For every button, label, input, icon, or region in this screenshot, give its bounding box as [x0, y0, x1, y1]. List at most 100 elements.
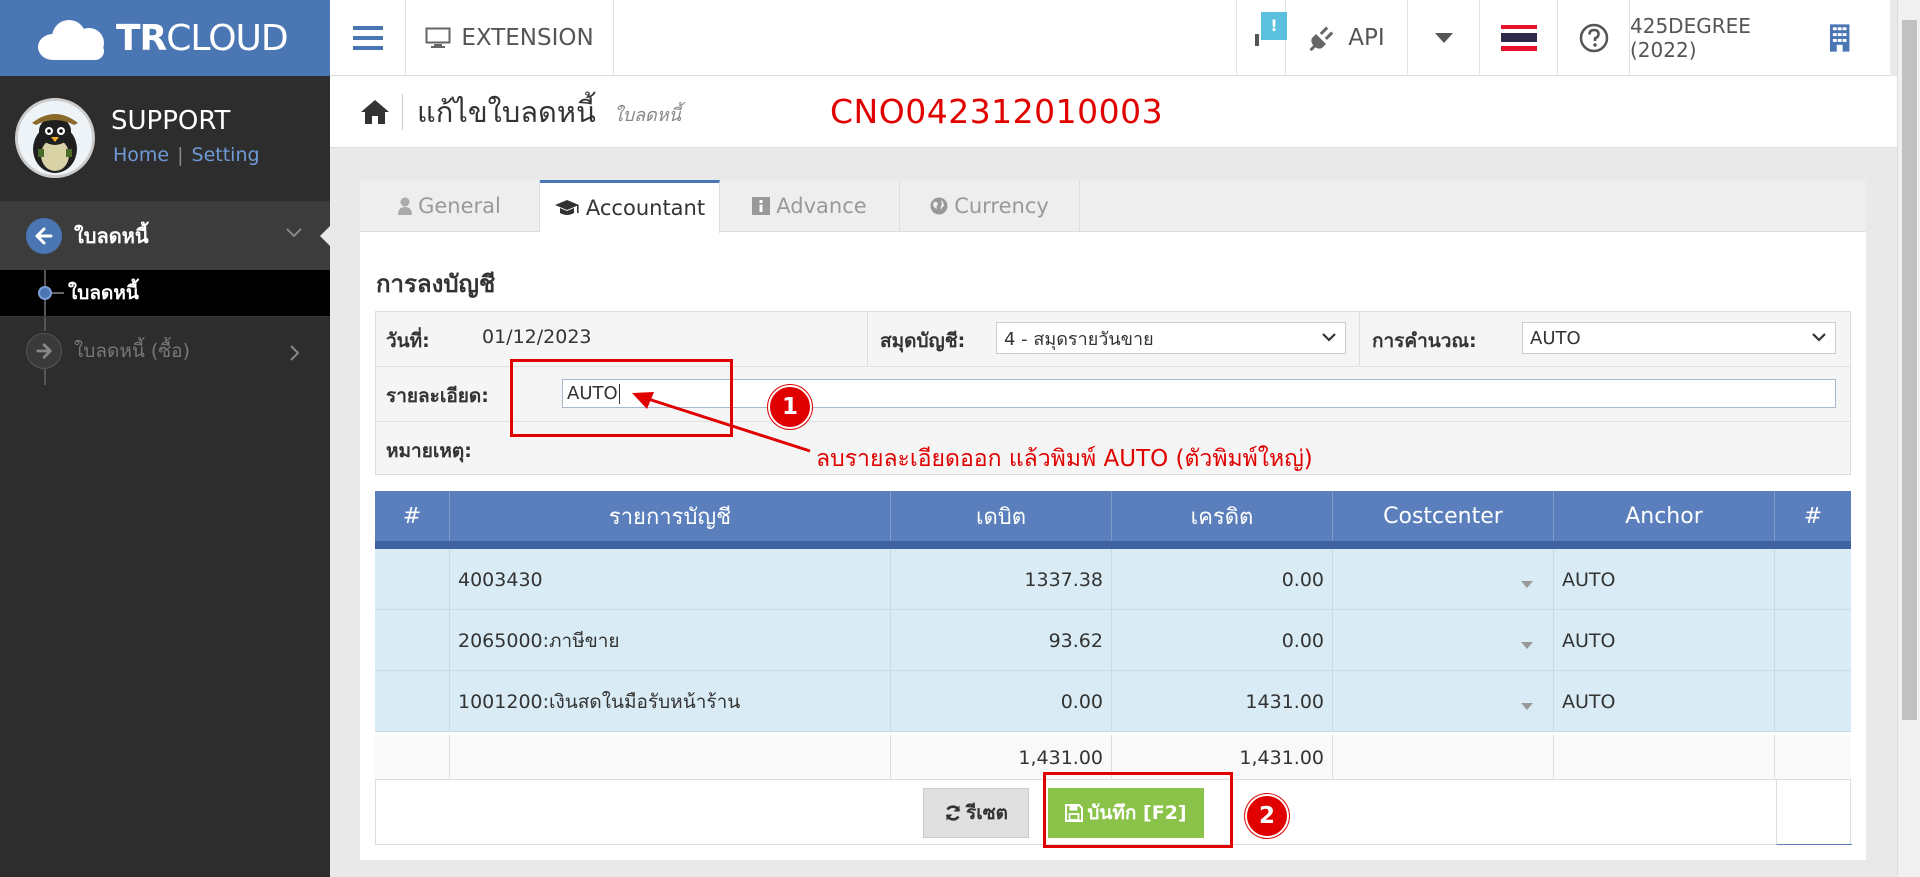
- header-divider: [402, 93, 403, 130]
- journal-select-value: 4 - สมุดรายวันขาย: [1004, 328, 1154, 350]
- costcenter-select[interactable]: [1333, 549, 1554, 610]
- chevron-down-icon: [1812, 333, 1826, 342]
- user-icon: [398, 197, 413, 215]
- credit-cell[interactable]: 0.00: [1112, 610, 1333, 671]
- date-label: วันที่:: [386, 330, 430, 352]
- monitor-icon: [425, 27, 451, 48]
- tab-general[interactable]: General: [360, 180, 540, 232]
- dropdown-toggle[interactable]: [1408, 0, 1480, 76]
- language-button[interactable]: [1480, 0, 1558, 76]
- notification-badge: !: [1261, 12, 1287, 40]
- date-value[interactable]: 01/12/2023: [482, 326, 592, 348]
- page-subtitle: ใบลดหนี้: [613, 105, 681, 126]
- sidebar-item-purchase-credit-note[interactable]: ใบลดหนี้ (ซื้อ): [0, 316, 330, 385]
- col-debit-header: เดบิต: [891, 491, 1112, 541]
- graduation-cap-icon: [554, 200, 579, 215]
- arrow-right-circle-icon: [26, 332, 62, 369]
- link-separator: |: [177, 144, 184, 166]
- reset-label: รีเซต: [966, 802, 1008, 824]
- account-cell[interactable]: 4003430: [450, 549, 891, 610]
- bell-icon: [1255, 34, 1259, 46]
- tab-accountant[interactable]: Accountant: [540, 180, 720, 233]
- username: SUPPORT: [111, 106, 231, 136]
- table-row[interactable]: 2065000:ภาษีขาย 93.62 0.00 AUTO: [375, 610, 1851, 671]
- setting-link[interactable]: Setting: [192, 144, 260, 166]
- tab-advance[interactable]: Advance: [720, 180, 900, 232]
- account-cell[interactable]: 2065000:ภาษีขาย: [450, 610, 891, 671]
- chevron-down-icon: [286, 228, 302, 238]
- caret-down-icon: [1434, 33, 1453, 43]
- document-number: CNO042312010003: [830, 92, 1164, 131]
- active-pointer: [320, 226, 330, 246]
- account-cell[interactable]: 1001200:เงินสดในมือรับหน้าร้าน: [450, 671, 891, 732]
- tab-currency-label: Currency: [954, 194, 1049, 218]
- step-2-marker: 2: [1245, 794, 1289, 838]
- api-label: API: [1348, 25, 1385, 51]
- api-button[interactable]: API: [1286, 0, 1408, 76]
- info-icon: [752, 197, 771, 215]
- avatar[interactable]: [15, 98, 95, 178]
- extension-button[interactable]: EXTENSION: [406, 0, 614, 76]
- sidebar-group-credit-note[interactable]: ใบลดหนี้: [0, 202, 330, 270]
- top-navbar: EXTENSION ! API 425DEGREE (2022): [330, 0, 1890, 76]
- profile-links: Home | Setting: [113, 144, 260, 166]
- anchor-cell[interactable]: AUTO: [1554, 671, 1775, 732]
- tab-currency[interactable]: Currency: [900, 180, 1080, 232]
- arrow-left-circle-icon: [26, 218, 62, 254]
- section-title: การลงบัญชี: [376, 270, 496, 298]
- company-selector[interactable]: 425DEGREE (2022): [1630, 0, 1850, 76]
- penguin-avatar-icon: [18, 101, 92, 175]
- totals-label-cell: [450, 735, 891, 780]
- brand-name: TRCLOUD: [116, 17, 289, 59]
- home-link[interactable]: Home: [113, 144, 169, 166]
- anchor-cell[interactable]: AUTO: [1554, 549, 1775, 610]
- col-account-header: รายการบัญชี: [450, 491, 891, 541]
- col-index-header: #: [375, 491, 450, 541]
- costcenter-select[interactable]: [1333, 671, 1554, 732]
- hamburger-menu-button[interactable]: [330, 0, 406, 76]
- row-index-cell: [375, 549, 450, 610]
- col-anchor-header: Anchor: [1554, 491, 1775, 541]
- row-action-cell[interactable]: [1775, 671, 1851, 732]
- brand-logo[interactable]: TRCLOUD: [0, 0, 330, 76]
- tree-dot-icon: [38, 286, 52, 300]
- calc-select-value: AUTO: [1530, 327, 1581, 349]
- debit-cell[interactable]: 1337.38: [891, 549, 1112, 610]
- sidebar-item2-label: ใบลดหนี้ (ซื้อ): [74, 339, 191, 362]
- tab-bar: General Accountant Advance Currency: [360, 180, 1866, 233]
- col-costcenter-header: Costcenter: [1333, 491, 1554, 541]
- row-action-cell[interactable]: [1775, 549, 1851, 610]
- company-name: 425DEGREE (2022): [1630, 14, 1751, 62]
- debit-cell[interactable]: 93.62: [891, 610, 1112, 671]
- globe-icon: [930, 197, 948, 215]
- notification-button[interactable]: !: [1236, 0, 1287, 76]
- scrollbar-thumb[interactable]: [1902, 20, 1917, 720]
- calc-select[interactable]: AUTO: [1522, 322, 1836, 354]
- sidebar-item-credit-note[interactable]: ใบลดหนี้: [0, 270, 330, 316]
- home-icon[interactable]: [360, 99, 390, 125]
- page-header: แก้ไขใบลดหนี้ ใบลดหนี้ CNO042312010003: [330, 76, 1897, 148]
- reset-button[interactable]: รีเซต: [923, 788, 1029, 838]
- anchor-cell[interactable]: AUTO: [1554, 610, 1775, 671]
- row-index-cell: [375, 671, 450, 732]
- help-button[interactable]: [1558, 0, 1630, 76]
- totals-action-cell: [1775, 735, 1851, 780]
- debit-cell[interactable]: 0.00: [891, 671, 1112, 732]
- chevron-down-icon: [1322, 333, 1336, 342]
- highlight-save-button: [1043, 772, 1233, 848]
- journal-select[interactable]: 4 - สมุดรายวันขาย: [996, 322, 1346, 354]
- table-header: # รายการบัญชี เดบิต เครดิต Costcenter An…: [375, 491, 1851, 549]
- cloud-icon: [38, 16, 110, 60]
- page-scrollbar[interactable]: [1897, 0, 1920, 877]
- table-row[interactable]: 1001200:เงินสดในมือรับหน้าร้าน 0.00 1431…: [375, 671, 1851, 732]
- costcenter-select[interactable]: [1333, 610, 1554, 671]
- col-credit-header: เครดิต: [1112, 491, 1333, 541]
- tree-connector: [52, 292, 64, 294]
- instruction-note: ลบรายละเอียดออก แล้วพิมพ์ AUTO (ตัวพิมพ์…: [816, 446, 1313, 472]
- row-action-cell[interactable]: [1775, 610, 1851, 671]
- table-row[interactable]: 4003430 1337.38 0.00 AUTO: [375, 549, 1851, 610]
- remark-label: หมายเหตุ:: [386, 440, 472, 462]
- credit-cell[interactable]: 0.00: [1112, 549, 1333, 610]
- tab-advance-label: Advance: [776, 194, 867, 218]
- credit-cell[interactable]: 1431.00: [1112, 671, 1333, 732]
